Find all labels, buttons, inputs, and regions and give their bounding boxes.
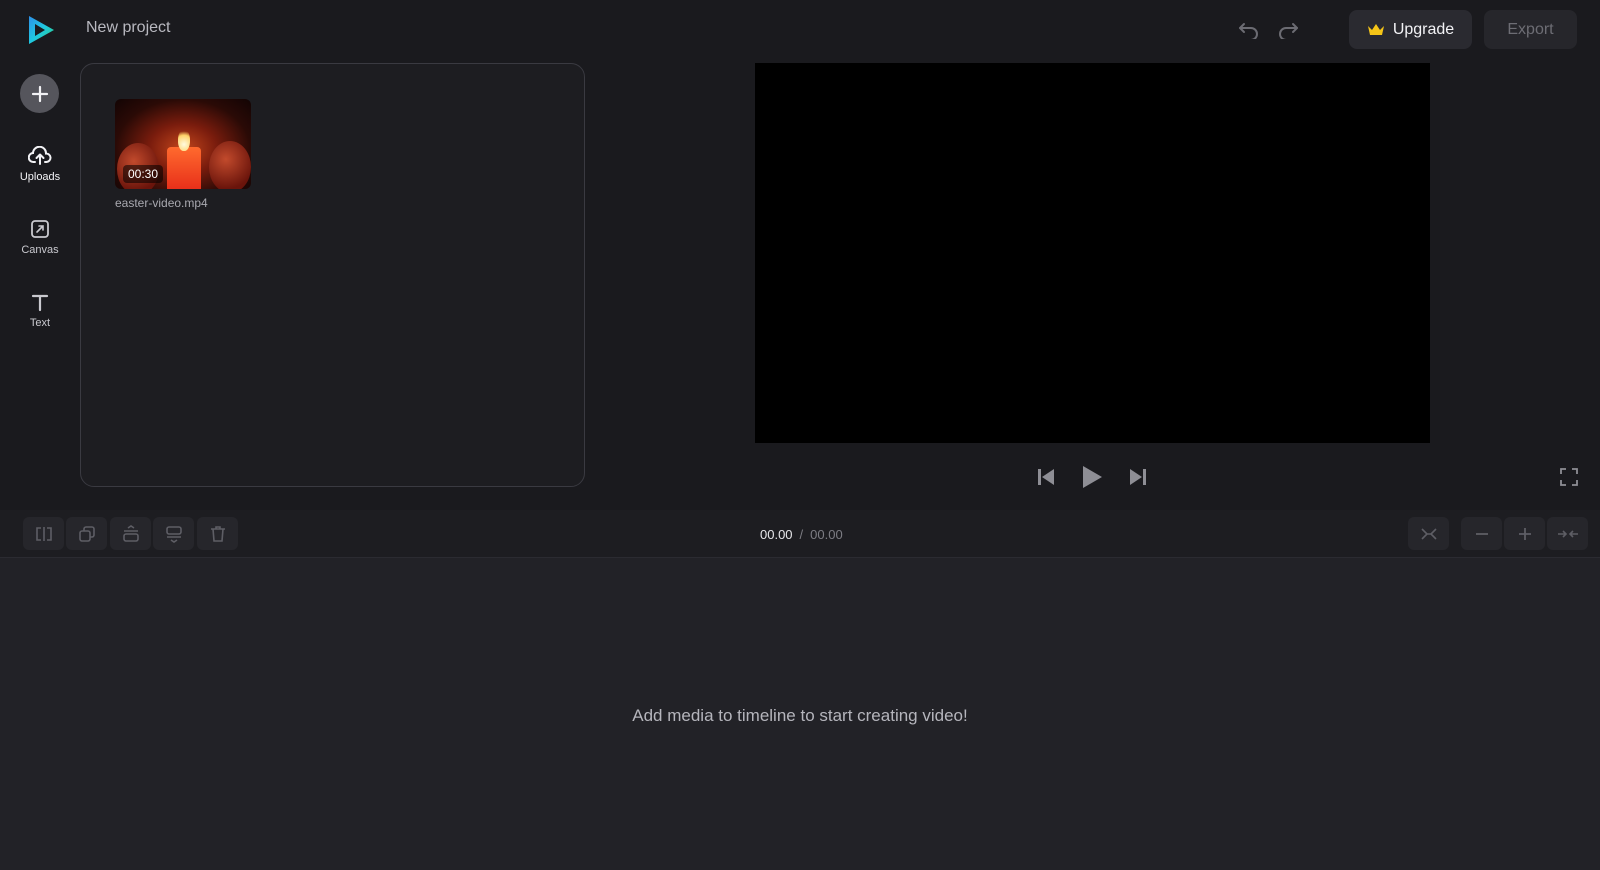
skip-back-icon [1036, 467, 1056, 487]
fullscreen-icon [1559, 467, 1579, 487]
project-title[interactable]: New project [86, 19, 170, 37]
thumbnail-flame [178, 129, 190, 151]
zoom-in-button[interactable] [1504, 517, 1545, 550]
layer-down-icon [165, 525, 183, 543]
top-bar: New project Upgrade Export [0, 0, 1600, 58]
video-preview[interactable] [755, 63, 1430, 443]
fit-icon [1557, 527, 1579, 541]
text-icon [30, 292, 50, 312]
move-up-button[interactable] [110, 517, 151, 550]
upgrade-button[interactable]: Upgrade [1349, 10, 1472, 49]
play-icon [1081, 465, 1103, 489]
media-item[interactable]: 00:30 easter-video.mp4 [115, 99, 251, 210]
cloud-upload-icon [28, 145, 52, 166]
sidebar-item-text[interactable]: Text [8, 280, 72, 340]
timeline-area[interactable]: Add media to timeline to start creating … [0, 558, 1600, 870]
skip-forward-button[interactable] [1123, 462, 1153, 492]
play-button[interactable] [1077, 462, 1107, 492]
add-media-button[interactable] [20, 74, 59, 113]
crown-icon [1367, 23, 1385, 37]
move-down-button[interactable] [153, 517, 194, 550]
delete-button[interactable] [197, 517, 238, 550]
media-panel: 00:30 easter-video.mp4 [80, 63, 585, 487]
split-button[interactable] [23, 517, 64, 550]
duplicate-button[interactable] [66, 517, 107, 550]
thumbnail-candle [167, 147, 201, 189]
time-separator: / [799, 527, 804, 542]
sidebar-item-label: Text [29, 316, 51, 329]
timeline-empty-message: Add media to timeline to start creating … [632, 706, 968, 725]
zoom-out-button[interactable] [1461, 517, 1502, 550]
undo-icon [1238, 21, 1260, 39]
minus-icon [1475, 527, 1489, 541]
upgrade-label: Upgrade [1392, 20, 1455, 38]
plus-icon [31, 85, 49, 103]
sidebar-item-uploads[interactable]: Uploads [8, 134, 72, 194]
media-filename: easter-video.mp4 [115, 196, 208, 210]
thumbnail-egg-right [209, 141, 251, 189]
duplicate-icon [78, 525, 96, 543]
plus-icon [1518, 527, 1532, 541]
undo-button[interactable] [1235, 16, 1263, 44]
redo-icon [1277, 21, 1299, 39]
fullscreen-button[interactable] [1554, 462, 1584, 492]
sidebar-item-label: Canvas [21, 243, 59, 256]
sidebar-item-label: Uploads [19, 170, 61, 183]
timeline-toolbar: 00.00 / 00.00 [0, 510, 1600, 558]
skip-back-button[interactable] [1031, 462, 1061, 492]
current-time: 00.00 [760, 527, 793, 542]
snap-icon [1420, 527, 1438, 541]
trash-icon [210, 525, 226, 543]
canvas-resize-icon [30, 219, 50, 239]
media-duration-badge: 00:30 [123, 165, 164, 183]
sidebar: Uploads Canvas Text [0, 58, 80, 510]
sidebar-item-canvas[interactable]: Canvas [8, 207, 72, 267]
snap-button[interactable] [1408, 517, 1449, 550]
app-logo[interactable] [26, 14, 56, 46]
total-time: 00.00 [810, 527, 843, 542]
video-thumbnail[interactable]: 00:30 [115, 99, 251, 189]
redo-button[interactable] [1274, 16, 1302, 44]
split-icon [34, 526, 54, 542]
skip-forward-icon [1128, 467, 1148, 487]
fit-timeline-button[interactable] [1547, 517, 1588, 550]
export-button[interactable]: Export [1484, 10, 1577, 49]
layer-up-icon [122, 524, 140, 543]
time-display: 00.00 / 00.00 [760, 527, 843, 542]
